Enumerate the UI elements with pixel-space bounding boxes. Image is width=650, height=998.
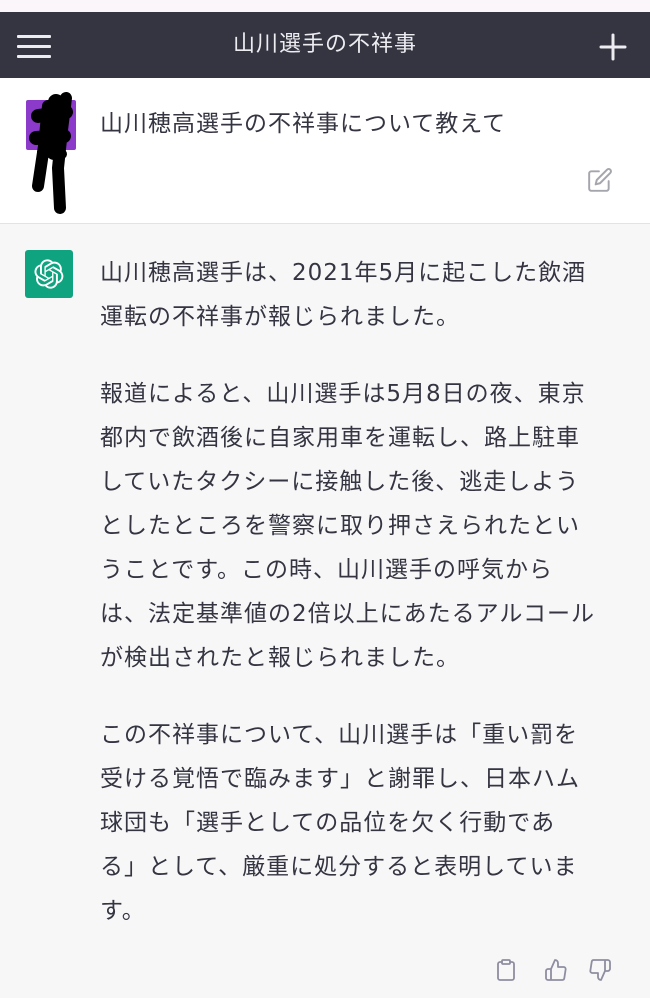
response-line: 都内で飲酒後に自家用車を運転し、路上駐車	[100, 425, 580, 451]
thumbs-up-icon[interactable]	[544, 958, 568, 982]
user-message-text: 山川穂高選手の不祥事について教えて	[100, 111, 507, 137]
chatgpt-logo-icon	[25, 250, 73, 298]
response-line: 球団も「選手としての品位を欠く行動であ	[100, 810, 556, 836]
clipboard-icon[interactable]	[494, 958, 518, 982]
assistant-message: 山川穂高選手は、2021年5月に起こした飲酒 運転の不祥事が報じられました。 報…	[0, 224, 650, 998]
conversation-title: 山川選手の不祥事	[232, 32, 417, 57]
response-line: が検出されたと報じられました。	[100, 645, 460, 671]
app-header: 山川選手の不祥事	[0, 12, 650, 78]
response-line: は、法定基準値の2倍以上にあたるアルコール	[100, 601, 595, 627]
response-line: 報道によると、山川選手は5月8日の夜、東京	[100, 381, 586, 407]
redaction-scribble	[29, 92, 73, 214]
assistant-response: 山川穂高選手は、2021年5月に起こした飲酒 運転の不祥事が報じられました。 報…	[100, 251, 630, 933]
response-line: していたタクシーに接触した後、逃走しよう	[100, 469, 580, 495]
status-strip	[0, 0, 650, 12]
user-message: 山川穂高選手の不祥事について教えて	[0, 78, 650, 224]
response-line: 山川穂高選手は、2021年5月に起こした飲酒	[100, 260, 587, 286]
hamburger-menu-icon[interactable]	[17, 34, 51, 58]
response-line: す。	[100, 898, 146, 924]
plus-icon[interactable]	[599, 33, 627, 61]
message-actions	[0, 958, 650, 984]
response-line: 運転の不祥事が報じられました。	[100, 304, 460, 330]
response-paragraph: この不祥事について、山川選手は「重い罰を 受ける覚悟で臨みます」と謝罪し、日本ハ…	[100, 713, 630, 933]
response-line: この不祥事について、山川選手は「重い罰を	[100, 722, 579, 748]
edit-icon[interactable]	[587, 167, 613, 193]
response-line: 受ける覚悟で臨みます」と謝罪し、日本ハム	[100, 766, 580, 792]
response-paragraph: 山川穂高選手は、2021年5月に起こした飲酒 運転の不祥事が報じられました。	[100, 251, 630, 339]
response-line: る」として、厳重に処分すると表明していま	[100, 854, 578, 880]
response-paragraph: 報道によると、山川選手は5月8日の夜、東京 都内で飲酒後に自家用車を運転し、路上…	[100, 372, 630, 680]
response-line: としたところを警察に取り押さえられたとい	[100, 513, 580, 539]
thumbs-down-icon[interactable]	[588, 958, 612, 982]
response-line: うことです。この時、山川選手の呼気から	[100, 557, 554, 583]
